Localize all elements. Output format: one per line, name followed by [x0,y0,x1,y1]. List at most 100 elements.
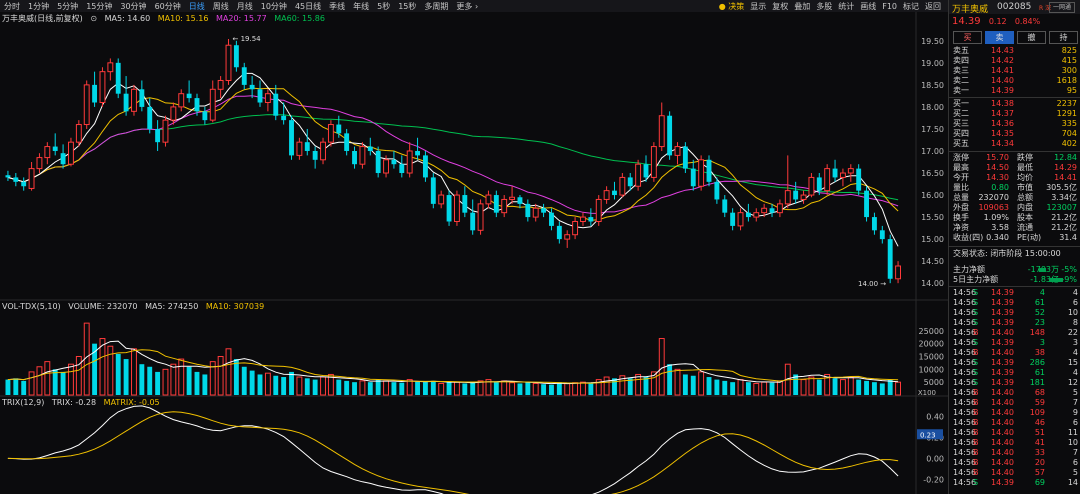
buy-button[interactable]: 买 [953,31,982,44]
settings-icon[interactable]: ⊙ [90,14,97,23]
bid-row: 买四 14.35 704 [949,129,1080,139]
low-label: 14.00 → [858,280,886,288]
cell: 57 [1034,468,1045,477]
order-buttons: 买 卖 撤 持 [949,31,1080,44]
volume-bar [257,374,263,395]
volume-bar [477,380,484,396]
candle-body [162,119,169,143]
trix-label: TRIX: -0.28 [51,398,97,407]
kline-chart[interactable]: 19.50 19.00 18.50 18.00 17.50 17.00 16.50 16.00… [0,0,948,494]
candle-body [202,111,208,121]
candle-body [541,208,547,213]
cell: 14.40 [991,348,1014,357]
cell: 21.2亿 [1051,213,1077,222]
cell: B [973,438,979,447]
cell: 10 [1067,438,1078,447]
candle-body [194,98,200,112]
volume-bar [225,348,232,396]
stock-name: 万丰奥威 [952,5,989,15]
cell: 换手 [953,213,969,222]
candle-body [273,93,279,116]
volume-bar [233,359,239,395]
trade-link-button[interactable]: 一网通 [1049,2,1075,13]
cell: 14.34 [991,139,1014,148]
cell: 69 [1034,478,1045,487]
cell: 净资 [953,223,969,232]
sell-button[interactable]: 卖 [985,31,1014,44]
cell: 61 [1034,368,1045,377]
cell: B [973,448,979,457]
candle-body [289,120,294,156]
tick-row: 14:56 14.40 148 B 22 [949,328,1080,338]
cell: B [973,468,979,477]
volume-bar [438,382,445,396]
cell: 量比 [953,183,969,192]
candle-body [99,71,106,104]
price-tick-label: 19.50 [921,37,944,46]
candle-body [281,115,287,121]
trix-legend-title: TRIX(12,9) [2,398,45,407]
price-tick-label: 16.50 [921,169,944,178]
candle-body [737,212,744,227]
cell: 181 [1029,378,1045,387]
candle-body [5,175,11,178]
candle-body [344,133,350,151]
volume-bar [572,382,579,396]
candle-body [462,195,468,213]
candle-body [68,141,74,165]
ma5-label: MA5: 14.60 [104,14,151,23]
cell: 14.40 [991,428,1014,437]
tick-row: 14:56 14.39 3 S 3 [949,338,1080,348]
candle-body [595,198,602,222]
tick-row: 14:56 14.39 61 S 4 [949,368,1080,378]
cell: 1618 [1056,76,1077,85]
volume-bar [264,372,271,396]
cell: S [973,338,979,347]
cell: 402 [1061,139,1077,148]
price-pct: 0.84% [1014,17,1041,26]
candle-body [170,106,177,121]
cell: S [973,308,979,317]
ma60-label: MA60: 15.86 [274,14,325,23]
candle-body [722,199,728,213]
holdings-button[interactable]: 持 [1049,31,1078,44]
cell: B [973,418,979,427]
candle-body [178,93,185,108]
cell: 总额 [1017,193,1033,202]
cell: 卖一 [953,86,969,95]
candle-body [83,84,90,126]
candle-body [257,89,263,103]
cell: 14.41 [991,66,1014,75]
candle-body [816,177,822,191]
volume-bar [162,368,169,396]
volume-bar [359,380,366,396]
candle-body [612,190,617,196]
cell: 305.5亿 [1046,183,1077,192]
candle-body [871,217,877,231]
candle-body [761,207,768,214]
candle-body [769,208,775,213]
volume-bar [123,359,129,395]
cell: 跌停 [1017,153,1033,162]
cell: 买三 [953,119,969,128]
volume-bar [296,376,303,396]
bid-row: 买二 14.37 1291 [949,109,1080,119]
vol-tick-label: 10000 [919,365,944,374]
candle-body [209,88,216,121]
cell: 21.2亿 [1051,223,1077,232]
volume-bar [643,377,649,395]
tick-row: 14:56 14.40 46 B 6 [949,418,1080,428]
cancel-button[interactable]: 撤 [1017,31,1046,44]
cell: 14.40 [991,388,1014,397]
stat-row: 外盘 109063 内盘 123007 [949,203,1080,213]
cell: 2237 [1056,99,1077,108]
volume-bar [186,366,192,395]
price-tick-label: 15.00 [921,235,944,244]
ma10-label: MA10: 15.16 [157,14,209,23]
candle-body [430,177,436,204]
vol-ma10-label: MA10: 307039 [205,302,265,311]
candle-body [793,190,799,200]
cell: 3 [1039,338,1045,347]
candle-body [485,194,492,205]
stat-row: 总量 232070 总额 3.34亿 [949,193,1080,203]
